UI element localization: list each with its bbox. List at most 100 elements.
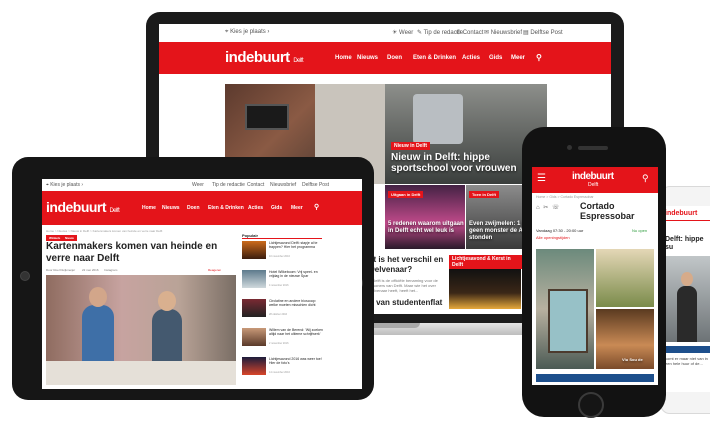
popular-thumb: [242, 299, 266, 317]
popular-thumb: [242, 270, 266, 288]
hero-tag: Nieuw in Delft: [391, 142, 431, 150]
nav-item-meer[interactable]: Meer: [511, 55, 525, 61]
small-phone-logo[interactable]: indebuurt: [665, 210, 697, 217]
person-shape: [677, 286, 697, 342]
all-hours-link[interactable]: Alle openingstijden: [536, 235, 570, 240]
nav-item-doen[interactable]: Doen: [187, 205, 200, 211]
article-title: Kartenmakers komen van heinde en verre n…: [46, 241, 218, 264]
popular-title: Hotel Wilkeboom: Vrij speel- en vrijdag …: [269, 270, 318, 278]
tablet-screen: ⌖ Kies je plaats › Weer Tip de redactie …: [42, 179, 362, 389]
popular-item[interactable]: Willem van de Berend: 'Wij zoeken altijd…: [242, 328, 360, 357]
tile-uitgaan-title[interactable]: 5 redenen waarom uitgaan in Delft echt w…: [388, 221, 464, 235]
window-shape: [413, 94, 463, 144]
small-phone-divider: [663, 220, 710, 221]
topbar-link-nieuwsbrief[interactable]: Nieuwsbrief: [270, 182, 296, 188]
site-logo[interactable]: indebuurt Delft: [225, 49, 304, 66]
tile-uitgaan-photo[interactable]: Uitgaan in Delft 5 redenen waarom uitgaa…: [385, 185, 465, 249]
nav-item-acties[interactable]: Acties: [248, 205, 263, 211]
small-phone-headline: Delft: hippe su: [665, 236, 704, 251]
nav-item-nieuws[interactable]: Nieuws: [357, 55, 378, 61]
nav-item-gids[interactable]: Gids: [271, 205, 282, 211]
site-logo[interactable]: indebuurt: [572, 171, 614, 182]
topbar-link-contact[interactable]: ✆ Contact: [456, 29, 483, 36]
counter-shape: [46, 361, 236, 385]
nav-item-nieuws[interactable]: Nieuws: [162, 205, 180, 211]
hero-title[interactable]: Nieuw in Delft: hippe sportschool voor v…: [391, 152, 541, 174]
topbar-link-weer[interactable]: Weer: [192, 182, 204, 188]
nav-item-meer[interactable]: Meer: [291, 205, 303, 211]
person-right-head: [158, 291, 176, 311]
popular-title: Willem van de Berend: 'Wij zoeken altijd…: [269, 328, 323, 336]
popular-item[interactable]: Hotel Wilkeboom: Vrij speel- en vrijdag …: [242, 270, 360, 299]
breadcrumb: Home > Gids > Cortado Espressobar: [536, 195, 594, 199]
pin-icon: ⌖: [225, 29, 229, 35]
popular-title: Lichtjesavond 2016 was weer toe! Hier de…: [269, 357, 322, 365]
popular-item[interactable]: Lichtjesavond 2016 was weer toe! Hier de…: [242, 357, 360, 386]
popular-date: 28 oktober 2016: [269, 313, 288, 316]
facility-icons: ⌂ ✂ ☏: [536, 205, 561, 211]
popular-thumb: [242, 357, 266, 375]
nav-item-home[interactable]: Home: [335, 55, 352, 61]
person-left-head: [89, 287, 107, 307]
venue-title: Cortado Espressobar: [580, 201, 635, 221]
breadcrumb: Home > Nieuws > Nieuw in Delft > Kartenm…: [46, 229, 163, 233]
topbar-link-delftse-post[interactable]: ▤ Delftse Post: [523, 29, 563, 36]
popular-list: Lichtjesavond Delft: stapje al te trappe…: [242, 241, 360, 386]
nav-item-doen[interactable]: Doen: [387, 55, 402, 61]
topbar-link-weer[interactable]: ☀ Weer: [392, 29, 413, 36]
phone-home-button[interactable]: [578, 392, 604, 418]
tv-shape: [245, 104, 289, 130]
side-category-photo[interactable]: [449, 269, 521, 309]
popular-item[interactable]: Lichtjesavond Delft: stapje al te trappe…: [242, 241, 360, 270]
phone-logo-city: Delft: [588, 182, 599, 188]
nav-item-home[interactable]: Home: [142, 205, 156, 211]
location-selector[interactable]: ⌖ Kies je plaats ›: [46, 182, 83, 188]
phone-speaker: [578, 146, 608, 150]
reageren-link[interactable]: Reageren: [208, 268, 221, 272]
nav-item-acties[interactable]: Acties: [462, 55, 480, 61]
phone-camera: [567, 145, 572, 150]
venue-photo-plants[interactable]: [596, 249, 654, 307]
small-phone-photo[interactable]: [663, 256, 710, 342]
tablet-camera: [20, 271, 30, 281]
search-icon[interactable]: ⚲: [642, 173, 649, 184]
laptop-topbar: ⌖ Kies je plaats › ☀ Weer ✎ Tip de redac…: [159, 24, 611, 43]
nav-item-eten-drinken[interactable]: Eten & Drinken: [208, 205, 244, 211]
site-logo[interactable]: indebuurt Delft: [46, 199, 120, 215]
topbar-link-delftse-post[interactable]: Delftse Post: [302, 182, 329, 188]
search-icon[interactable]: ⚲: [536, 53, 542, 62]
small-phone-share-bar[interactable]: [663, 346, 710, 353]
popular-title: Lichtjesavond Delft: stapje al te trappe…: [269, 241, 318, 249]
nav-item-eten-drinken[interactable]: Eten & Drinken: [413, 55, 456, 61]
byline-author: Door Roel Duijkmeijer: [46, 268, 76, 272]
byline-share[interactable]: Instagram: [104, 268, 117, 272]
topbar-link-nieuwsbrief[interactable]: ✉ Nieuwsbrief: [484, 29, 522, 36]
popular-thumb: [242, 328, 266, 346]
popular-heading: Populair: [242, 233, 322, 239]
window-shape: [548, 289, 588, 353]
menu-icon[interactable]: ☰: [537, 173, 546, 184]
location-selector[interactable]: ⌖ Kies je plaats ›: [225, 29, 269, 36]
share-bar[interactable]: [536, 374, 654, 382]
topbar-link-tip[interactable]: Tip de redactie: [212, 182, 245, 188]
popular-thumb: [242, 241, 266, 259]
popular-date: 4 november 2016: [269, 284, 289, 287]
popular-item[interactable]: Circlatine en andere bioscoop: welke moe…: [242, 299, 360, 328]
article-title[interactable]: at is het verschil en Delvenaar?: [369, 255, 454, 275]
side-category-tag[interactable]: Lichtjesavond & Kerst in Delft: [449, 255, 525, 269]
person-head: [681, 272, 693, 286]
article-excerpt: n Delft is de officiële benaming voor de…: [369, 278, 438, 293]
open-status-badge: Nu open: [632, 228, 648, 233]
small-phone-body: komt er maar niet van in een hele huur o…: [665, 356, 708, 366]
nav-item-gids[interactable]: Gids: [489, 55, 502, 61]
small-phone-screen: indebuurt Delft: hippe su komt er maar n…: [663, 206, 710, 392]
topbar-link-contact[interactable]: Contact: [247, 182, 264, 188]
article-photo[interactable]: [46, 275, 236, 385]
venue-photo-facade[interactable]: [536, 249, 594, 369]
search-icon[interactable]: ⚲: [314, 203, 319, 211]
tablet-navbar: indebuurt Delft Home Nieuws Doen Eten & …: [42, 191, 362, 225]
popular-date: 10 november 2016: [269, 255, 290, 258]
phone-header: ☰ indebuurt Delft ⚲: [532, 167, 658, 193]
venue-photo-pastries[interactable]: Vlu Sou de: [596, 309, 654, 369]
article-footer-title[interactable]: n van studentenflat: [369, 298, 442, 307]
